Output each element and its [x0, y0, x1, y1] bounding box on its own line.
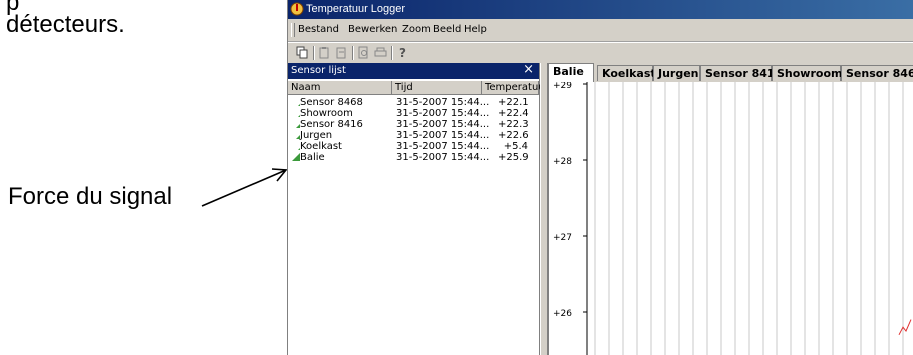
- menu-zoom[interactable]: Zoom: [402, 24, 431, 35]
- signal-strength-icon: [298, 148, 300, 150]
- copy-icon[interactable]: [296, 46, 309, 59]
- signal-strength-icon: [292, 153, 300, 161]
- y-tick-label: +27: [553, 233, 572, 243]
- column-header-temperatuur[interactable]: Temperatuur: [482, 81, 549, 95]
- menu-beeld[interactable]: Beeld: [433, 24, 461, 35]
- y-tick-label: +29: [553, 82, 572, 91]
- menu-bewerken[interactable]: Bewerken: [348, 24, 397, 35]
- sensor-time: 31-5-2007 15:44...: [396, 152, 490, 163]
- callout-arrow: [201, 168, 288, 207]
- table-row[interactable]: Sensor 8416 31-5-2007 15:44... +22.3: [288, 119, 539, 130]
- tab-sensor-8468[interactable]: Sensor 8468: [841, 65, 913, 81]
- signal-strength-icon: [296, 124, 300, 128]
- tab-jurgen[interactable]: Jurgen: [653, 65, 700, 81]
- title-bar[interactable]: Temperatuur Logger: [288, 0, 913, 19]
- panel-title-bar: Sensor lijst ×: [288, 62, 539, 79]
- table-row[interactable]: Koelkast 31-5-2007 15:44... +5.4: [288, 141, 539, 152]
- sensor-name: Sensor 8416: [300, 119, 363, 130]
- sensor-temperature: +22.6: [498, 130, 529, 141]
- panel-close-icon[interactable]: ×: [523, 62, 534, 77]
- toolbar-separator: [391, 46, 393, 60]
- sensor-time: 31-5-2007 15:44...: [396, 130, 490, 141]
- sensor-name: Balie: [300, 152, 325, 163]
- sensor-name: Showroom: [300, 108, 353, 119]
- temperature-series-line: [898, 319, 912, 336]
- table-row[interactable]: Sensor 8468 31-5-2007 15:44... +22.1: [288, 97, 539, 108]
- window-title: Temperatuur Logger: [306, 3, 406, 15]
- sensor-temperature: +22.1: [498, 97, 529, 108]
- sensor-time: 31-5-2007 15:44...: [396, 97, 490, 108]
- toolbar-separator: [352, 46, 354, 60]
- menu-bar: Bestand Bewerken Zoom Beeld Help: [288, 19, 913, 42]
- sensor-time: 31-5-2007 15:44...: [396, 108, 490, 119]
- sensor-list-panel: Sensor lijst × Naam Tijd Temperatuur Sen…: [288, 62, 549, 355]
- table-row[interactable]: Showroom 31-5-2007 15:44... +22.4: [288, 108, 539, 119]
- help-icon[interactable]: ?: [396, 46, 409, 59]
- app-window: Temperatuur Logger Bestand Bewerken Zoom…: [287, 0, 913, 355]
- menu-grip: [291, 23, 295, 37]
- callout-label: Force du signal: [8, 183, 173, 210]
- paste-special-icon[interactable]: [335, 46, 348, 59]
- sensor-time: 31-5-2007 15:44...: [396, 141, 490, 152]
- table-row[interactable]: Balie 31-5-2007 15:44... +25.9: [288, 152, 539, 163]
- column-header-tijd[interactable]: Tijd: [392, 81, 482, 95]
- sensor-name: Koelkast: [300, 141, 342, 152]
- temperature-chart: +29 +28 +27 +26: [548, 81, 913, 355]
- y-tick-label: +26: [553, 309, 572, 319]
- toolbar-separator: [313, 46, 315, 60]
- tab-showroom[interactable]: Showroom: [772, 65, 842, 81]
- signal-strength-icon: [298, 115, 300, 117]
- sensor-name: Sensor 8468: [300, 97, 363, 108]
- panel-title: Sensor lijst: [291, 65, 346, 76]
- svg-text:?: ?: [399, 46, 406, 59]
- document-line-detecteurs: détecteurs.: [6, 11, 125, 38]
- column-header-naam[interactable]: Naam: [288, 81, 392, 95]
- sensor-temperature: +25.9: [498, 152, 529, 163]
- tab-koelkast[interactable]: Koelkast: [597, 65, 656, 81]
- y-tick-label: +28: [553, 157, 572, 167]
- table-row[interactable]: Jurgen 31-5-2007 15:44... +22.6: [288, 130, 539, 141]
- sensor-time: 31-5-2007 15:44...: [396, 119, 490, 130]
- panel-splitter[interactable]: [540, 63, 548, 355]
- menu-bestand[interactable]: Bestand: [298, 24, 339, 35]
- sensor-temperature: +5.4: [503, 141, 528, 152]
- paste-icon[interactable]: [318, 46, 331, 59]
- tab-sensor-8416[interactable]: Sensor 8416: [700, 65, 782, 81]
- sensor-name: Jurgen: [300, 130, 333, 141]
- print-preview-icon[interactable]: [357, 46, 370, 59]
- thermometer-app-icon: [290, 2, 304, 16]
- chart-svg: +29 +28 +27 +26: [553, 81, 912, 355]
- toolbar: ?: [288, 42, 913, 63]
- signal-strength-icon: [296, 135, 300, 139]
- print-icon[interactable]: [374, 46, 387, 59]
- sensor-temperature: +22.4: [498, 108, 529, 119]
- menu-help[interactable]: Help: [464, 24, 487, 35]
- tab-balie[interactable]: Balie: [548, 63, 594, 82]
- sensor-tabs: Balie Koelkast Jurgen Sensor 8416 Showro…: [548, 63, 913, 82]
- sensor-temperature: +22.3: [498, 119, 529, 130]
- signal-strength-icon: [298, 104, 300, 106]
